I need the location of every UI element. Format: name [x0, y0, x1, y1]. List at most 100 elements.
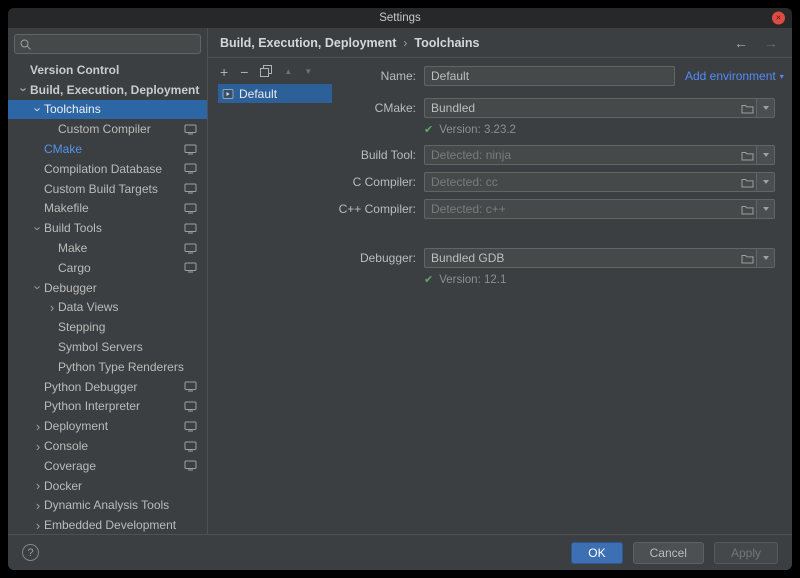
debugger-combobox[interactable]: Bundled GDB: [424, 248, 775, 268]
browse-folder-icon[interactable]: [738, 103, 756, 114]
tree-item-build-execution-deployment[interactable]: ›Build, Execution, Deployment: [8, 80, 207, 100]
chevron-expanded-icon[interactable]: ›: [18, 84, 31, 96]
combobox-dropdown-arrow[interactable]: [756, 249, 774, 267]
combobox-dropdown-arrow[interactable]: [756, 99, 774, 117]
settings-search-box[interactable]: [14, 34, 201, 54]
tree-item-label: Python Type Renderers: [58, 360, 184, 374]
field-row-build-tool: Build Tool: Detected: ninja: [208, 145, 792, 165]
tree-item-compilation-database[interactable]: ›Compilation Database: [8, 159, 207, 179]
tree-item-label: Makefile: [44, 201, 89, 215]
breadcrumb-current: Toolchains: [414, 36, 479, 50]
tree-item-build-tools[interactable]: ›Build Tools: [8, 218, 207, 238]
name-input[interactable]: [424, 66, 675, 86]
tree-item-python-debugger[interactable]: ›Python Debugger: [8, 377, 207, 397]
tree-item-docker[interactable]: ›Docker: [8, 476, 207, 496]
chevron-collapsed-icon[interactable]: ›: [32, 519, 44, 532]
settings-content: ›Version Control›Build, Execution, Deplo…: [8, 28, 792, 534]
tree-item-label: Toolchains: [44, 102, 101, 116]
monitor-icon: [184, 124, 197, 135]
tree-item-coverage[interactable]: ›Coverage: [8, 456, 207, 476]
combobox-dropdown-arrow[interactable]: [756, 173, 774, 191]
tree-item-label: Python Interpreter: [44, 399, 140, 413]
tree-item-label: Embedded Development: [44, 518, 176, 532]
add-environment-link[interactable]: Add environment ▾: [685, 69, 784, 83]
help-button[interactable]: ?: [22, 544, 39, 561]
chevron-collapsed-icon[interactable]: ›: [32, 479, 44, 492]
field-label: C++ Compiler:: [208, 202, 416, 216]
field-row-c-compiler: C++ Compiler: Detected: c++: [208, 199, 792, 219]
chevron-collapsed-icon[interactable]: ›: [46, 301, 58, 314]
tree-item-stepping[interactable]: ›Stepping: [8, 317, 207, 337]
settings-sidebar: ›Version Control›Build, Execution, Deplo…: [8, 28, 208, 534]
monitor-icon: [184, 441, 197, 452]
tree-item-toolchains[interactable]: ›Toolchains: [8, 100, 207, 120]
tree-item-data-views[interactable]: ›Data Views: [8, 298, 207, 318]
apply-button[interactable]: Apply: [714, 542, 778, 564]
titlebar[interactable]: Settings ×: [8, 8, 792, 28]
tree-item-label: Custom Compiler: [58, 122, 151, 136]
panel-header: Build, Execution, Deployment › Toolchain…: [208, 28, 792, 58]
chevron-collapsed-icon[interactable]: ›: [32, 420, 44, 433]
monitor-icon: [184, 223, 197, 234]
tree-item-label: Compilation Database: [44, 162, 162, 176]
tree-item-label: Build, Execution, Deployment: [30, 83, 199, 97]
field-label: Build Tool:: [208, 148, 416, 162]
breadcrumb-separator-icon: ›: [403, 36, 407, 50]
browse-folder-icon[interactable]: [738, 204, 756, 215]
tree-item-version-control[interactable]: ›Version Control: [8, 60, 207, 80]
forward-icon[interactable]: →: [764, 35, 778, 51]
version-status-row: ✔Version: 12.1: [208, 272, 792, 288]
combobox-value: Detected: cc: [425, 175, 738, 189]
chevron-collapsed-icon[interactable]: ›: [32, 440, 44, 453]
c-compiler-combobox[interactable]: Detected: c++: [424, 199, 775, 219]
tree-item-python-type-renderers[interactable]: ›Python Type Renderers: [8, 357, 207, 377]
close-button[interactable]: ×: [772, 12, 785, 25]
monitor-icon: [184, 183, 197, 194]
tree-item-custom-compiler[interactable]: ›Custom Compiler: [8, 119, 207, 139]
tree-item-custom-build-targets[interactable]: ›Custom Build Targets: [8, 179, 207, 199]
c-compiler-combobox[interactable]: Detected: cc: [424, 172, 775, 192]
tree-item-deployment[interactable]: ›Deployment: [8, 416, 207, 436]
ok-button[interactable]: OK: [571, 542, 622, 564]
tree-item-debugger[interactable]: ›Debugger: [8, 278, 207, 298]
cancel-button[interactable]: Cancel: [633, 542, 704, 564]
chevron-collapsed-icon[interactable]: ›: [32, 499, 44, 512]
combobox-dropdown-arrow[interactable]: [756, 146, 774, 164]
build-tool-combobox[interactable]: Detected: ninja: [424, 145, 775, 165]
field-label: C Compiler:: [208, 175, 416, 189]
field-label: CMake:: [208, 101, 416, 115]
cmake-combobox[interactable]: Bundled: [424, 98, 775, 118]
tree-item-makefile[interactable]: ›Makefile: [8, 199, 207, 219]
monitor-icon: [184, 243, 197, 254]
tree-item-dynamic-analysis-tools[interactable]: ›Dynamic Analysis Tools: [8, 496, 207, 516]
combobox-value: Detected: ninja: [425, 148, 738, 162]
tree-item-cargo[interactable]: ›Cargo: [8, 258, 207, 278]
chevron-expanded-icon[interactable]: ›: [32, 282, 45, 294]
chevron-expanded-icon[interactable]: ›: [32, 222, 45, 234]
tree-item-python-interpreter[interactable]: ›Python Interpreter: [8, 397, 207, 417]
browse-folder-icon[interactable]: [738, 253, 756, 264]
tree-item-cmake[interactable]: ›CMake: [8, 139, 207, 159]
name-label: Name:: [208, 69, 416, 83]
tree-item-label: Cargo: [58, 261, 91, 275]
field-row-c-compiler: C Compiler: Detected: cc: [208, 172, 792, 192]
monitor-icon: [184, 460, 197, 471]
tree-item-embedded-development[interactable]: ›Embedded Development: [8, 515, 207, 535]
tree-item-make[interactable]: ›Make: [8, 238, 207, 258]
check-icon: ✔: [424, 275, 433, 286]
combobox-dropdown-arrow[interactable]: [756, 200, 774, 218]
chevron-down-icon: [763, 180, 769, 184]
window-title: Settings: [379, 12, 421, 24]
breadcrumb-parent[interactable]: Build, Execution, Deployment: [220, 36, 396, 50]
browse-folder-icon[interactable]: [738, 177, 756, 188]
tree-item-console[interactable]: ›Console: [8, 436, 207, 456]
chevron-expanded-icon[interactable]: ›: [32, 103, 45, 115]
tree-item-label: CMake: [44, 142, 82, 156]
combobox-value: Bundled: [425, 101, 738, 115]
settings-search-input[interactable]: [35, 35, 196, 53]
tree-item-label: Dynamic Analysis Tools: [44, 498, 169, 512]
field-row-debugger: Debugger:Bundled GDB: [208, 248, 792, 268]
back-icon[interactable]: ←: [734, 35, 748, 51]
tree-item-symbol-servers[interactable]: ›Symbol Servers: [8, 337, 207, 357]
browse-folder-icon[interactable]: [738, 150, 756, 161]
